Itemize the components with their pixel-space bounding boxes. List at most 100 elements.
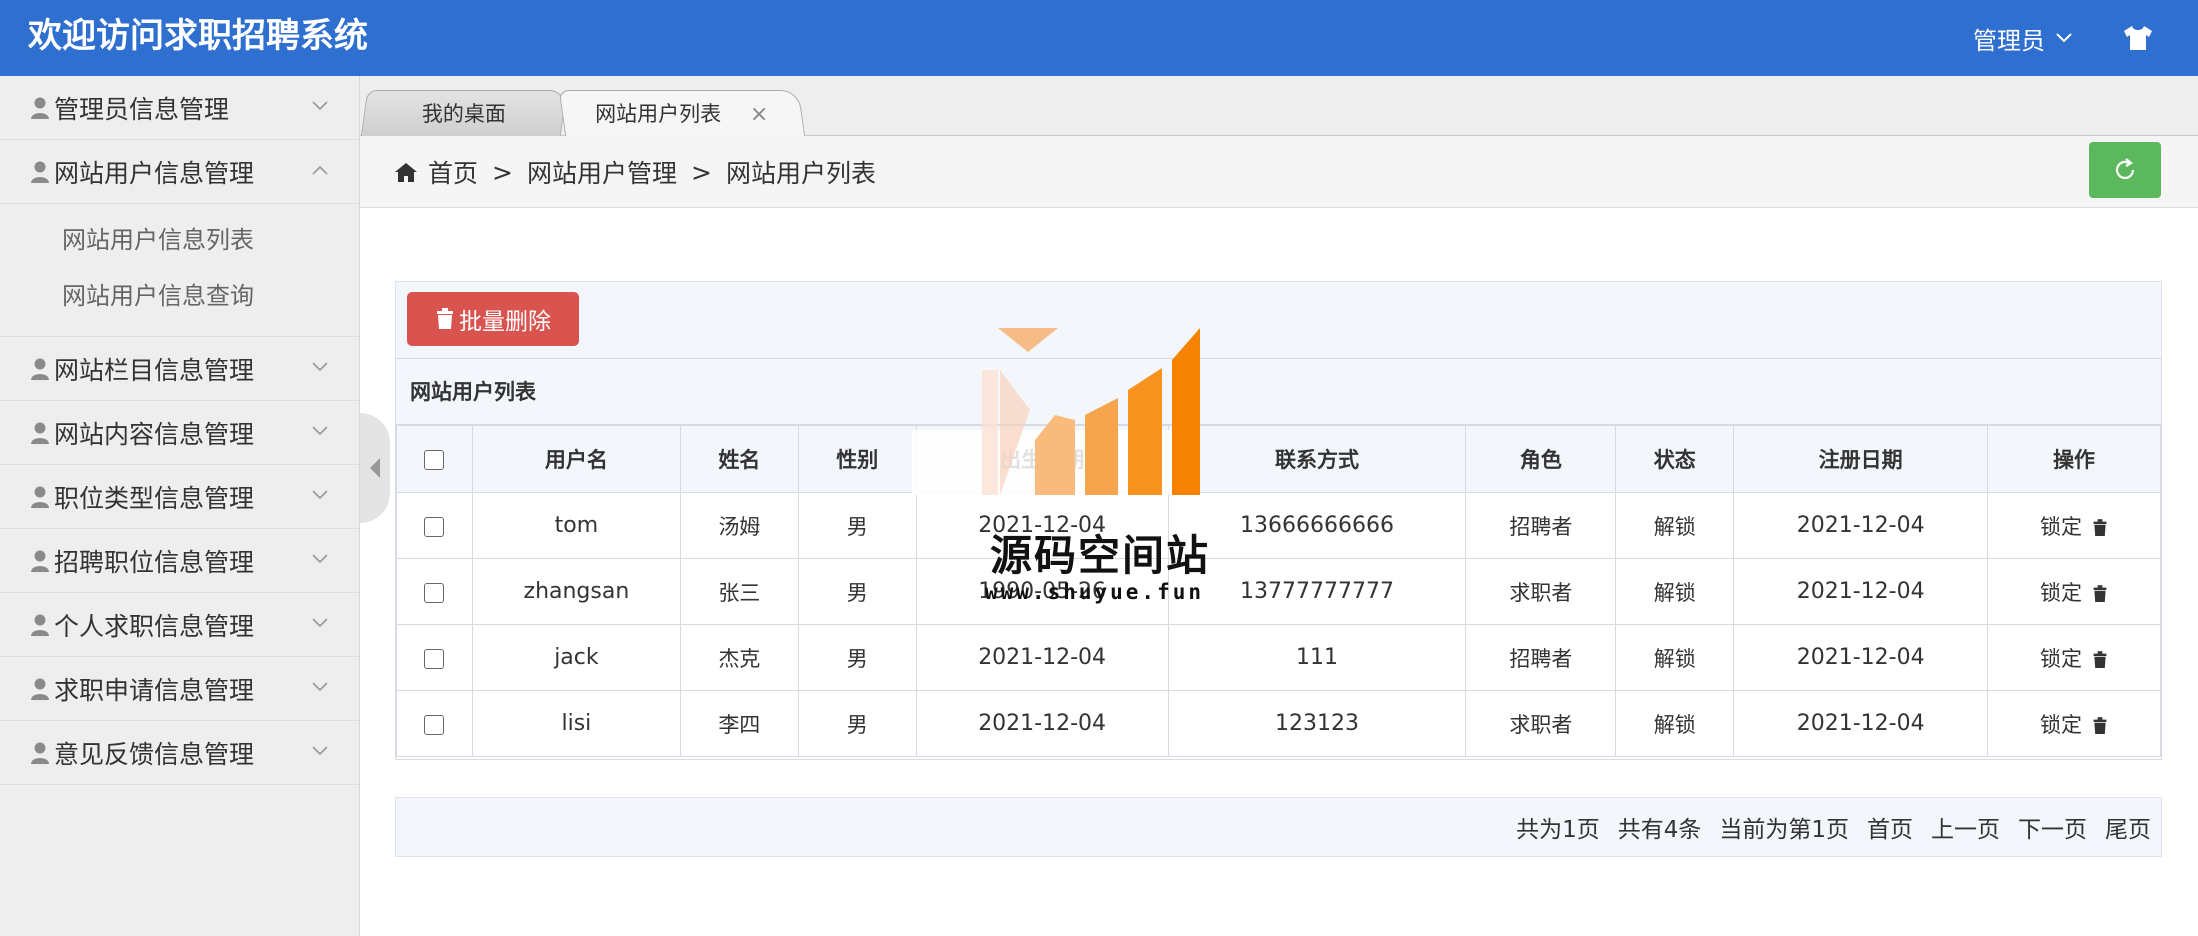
column-header: 性别 xyxy=(797,425,917,493)
sidebar-item-label: 网站内容信息管理 xyxy=(54,419,255,449)
sidebar-item-applications[interactable]: 求职申请信息管理 xyxy=(0,657,359,721)
tab-label: 网站用户列表 xyxy=(595,102,722,126)
sidebar-item-label: 个人求职信息管理 xyxy=(54,611,255,641)
sidebar: 管理员信息管理 网站用户信息管理 网站用户信息列表 网站用户信息查询 网站栏目信… xyxy=(0,76,360,936)
table-header-row: 用户名 姓名 性别 出生日期 联系方式 角色 状态 注册日期 操作 xyxy=(396,425,2161,493)
lock-link[interactable]: 锁定 xyxy=(2040,647,2082,671)
top-header: 欢迎访问求职招聘系统 管理员 xyxy=(0,0,2198,76)
sidebar-item-feedback[interactable]: 意见反馈信息管理 xyxy=(0,721,359,785)
sidebar-item-job-postings[interactable]: 招聘职位信息管理 xyxy=(0,529,359,593)
breadcrumb-home[interactable]: 首页 xyxy=(428,154,478,190)
trash-icon[interactable] xyxy=(2092,716,2108,735)
sidebar-item-site-users[interactable]: 网站用户信息管理 xyxy=(0,140,359,204)
submenu-item-user-list[interactable]: 网站用户信息列表 xyxy=(0,212,359,268)
tab-label: 我的桌面 xyxy=(421,102,506,126)
breadcrumb-separator: > xyxy=(690,157,712,187)
chevron-down-icon xyxy=(2056,33,2072,43)
refresh-icon xyxy=(2115,158,2135,179)
column-header: 联系方式 xyxy=(1167,425,1467,493)
sidebar-item-columns[interactable]: 网站栏目信息管理 xyxy=(0,337,359,401)
action-toolbar: 批量删除 xyxy=(395,281,2162,359)
trash-icon[interactable] xyxy=(2092,584,2108,603)
trash-icon[interactable] xyxy=(2092,518,2108,537)
cell-status: 解锁 xyxy=(1615,558,1735,625)
breadcrumb-level1[interactable]: 网站用户管理 xyxy=(527,154,677,190)
lock-link[interactable]: 锁定 xyxy=(2040,515,2082,539)
chevron-down-icon xyxy=(312,746,328,756)
row-checkbox[interactable] xyxy=(424,714,445,735)
submenu-item-user-query[interactable]: 网站用户信息查询 xyxy=(0,268,359,324)
panel-title: 网站用户列表 xyxy=(396,359,2161,425)
cell-gender: 男 xyxy=(797,558,917,625)
cell-gender: 男 xyxy=(797,690,917,757)
sidebar-item-label: 招聘职位信息管理 xyxy=(54,547,255,577)
cell-reg-date: 2021-12-04 xyxy=(1733,624,1989,691)
column-header: 姓名 xyxy=(679,425,799,493)
pager-first[interactable]: 首页 xyxy=(1867,810,1913,844)
column-header: 操作 xyxy=(1987,425,2161,493)
chevron-down-icon xyxy=(312,101,328,111)
select-all-checkbox[interactable] xyxy=(424,450,445,470)
cell-reg-date: 2021-12-04 xyxy=(1733,690,1989,757)
cell-contact: 123123 xyxy=(1167,690,1467,757)
sidebar-item-admin[interactable]: 管理员信息管理 xyxy=(0,76,359,140)
sidebar-item-label: 管理员信息管理 xyxy=(54,94,230,124)
cell-username: zhangsan xyxy=(471,558,681,625)
chevron-down-icon xyxy=(312,426,328,436)
cell-role: 求职者 xyxy=(1465,690,1617,757)
lock-link[interactable]: 锁定 xyxy=(2040,713,2082,737)
cell-username: lisi xyxy=(471,690,681,757)
home-icon xyxy=(395,163,417,182)
batch-delete-button[interactable]: 批量删除 xyxy=(407,292,579,346)
user-icon xyxy=(31,550,49,572)
cell-role: 求职者 xyxy=(1465,558,1617,625)
pagination: 共为1页 共有4条 当前为第1页 首页 上一页 下一页 尾页 xyxy=(395,797,2162,857)
cell-contact: 13666666666 xyxy=(1167,492,1467,559)
sidebar-item-job-types[interactable]: 职位类型信息管理 xyxy=(0,465,359,529)
trash-icon[interactable] xyxy=(2092,650,2108,669)
cell-birth: 2021-12-04 xyxy=(915,690,1169,757)
sidebar-collapse-handle[interactable] xyxy=(360,413,390,523)
sidebar-item-label: 职位类型信息管理 xyxy=(54,483,255,513)
select-all-cell xyxy=(396,425,473,493)
tab-user-list[interactable]: 网站用户列表 × xyxy=(558,90,806,138)
cell-reg-date: 2021-12-04 xyxy=(1733,492,1989,559)
pager-last[interactable]: 尾页 xyxy=(2105,810,2151,844)
lock-link[interactable]: 锁定 xyxy=(2040,581,2082,605)
refresh-button[interactable] xyxy=(2089,142,2161,198)
cell-role: 招聘者 xyxy=(1465,624,1617,691)
pager-next[interactable]: 下一页 xyxy=(2018,810,2087,844)
trash-icon xyxy=(437,308,453,329)
cell-birth: 2021-12-04 xyxy=(915,624,1169,691)
app-title: 欢迎访问求职招聘系统 xyxy=(28,16,368,56)
user-table: 用户名 姓名 性别 出生日期 联系方式 角色 状态 注册日期 操作 tom 汤姆… xyxy=(396,425,2161,757)
cell-name: 杰克 xyxy=(679,624,799,691)
row-checkbox[interactable] xyxy=(424,582,445,603)
column-header: 状态 xyxy=(1615,425,1735,493)
submenu-site-users: 网站用户信息列表 网站用户信息查询 xyxy=(0,204,359,337)
row-checkbox[interactable] xyxy=(424,648,445,669)
breadcrumb-separator: > xyxy=(492,157,513,187)
chevron-down-icon xyxy=(312,362,328,372)
sidebar-item-label: 意见反馈信息管理 xyxy=(54,739,255,769)
cell-contact: 13777777777 xyxy=(1167,558,1467,625)
user-icon xyxy=(31,486,49,508)
sidebar-item-resumes[interactable]: 个人求职信息管理 xyxy=(0,593,359,657)
cell-actions: 锁定 xyxy=(1987,624,2161,691)
row-checkbox[interactable] xyxy=(424,516,445,537)
table-row: lisi 李四 男 2021-12-04 123123 求职者 解锁 2021-… xyxy=(396,690,2161,757)
watermark-text: 源码空间站 xyxy=(990,531,1211,580)
column-header: 注册日期 xyxy=(1733,425,1989,493)
cell-gender: 男 xyxy=(797,492,917,559)
user-table-panel: 网站用户列表 用户名 姓名 性别 出生日期 联系方式 角色 状态 注册日期 操作 xyxy=(395,358,2162,760)
shirt-icon[interactable] xyxy=(2120,20,2156,56)
breadcrumb: 首页 > 网站用户管理 > 网站用户列表 xyxy=(394,154,876,190)
admin-menu[interactable]: 管理员 xyxy=(1973,18,2073,58)
cell-status: 解锁 xyxy=(1615,690,1735,757)
pager-prev[interactable]: 上一页 xyxy=(1931,810,2000,844)
tab-desktop[interactable]: 我的桌面 xyxy=(360,90,568,136)
cell-contact: 111 xyxy=(1167,624,1467,691)
close-icon[interactable]: × xyxy=(750,92,768,138)
sidebar-item-label: 网站用户信息管理 xyxy=(54,158,255,188)
sidebar-item-content[interactable]: 网站内容信息管理 xyxy=(0,401,359,465)
